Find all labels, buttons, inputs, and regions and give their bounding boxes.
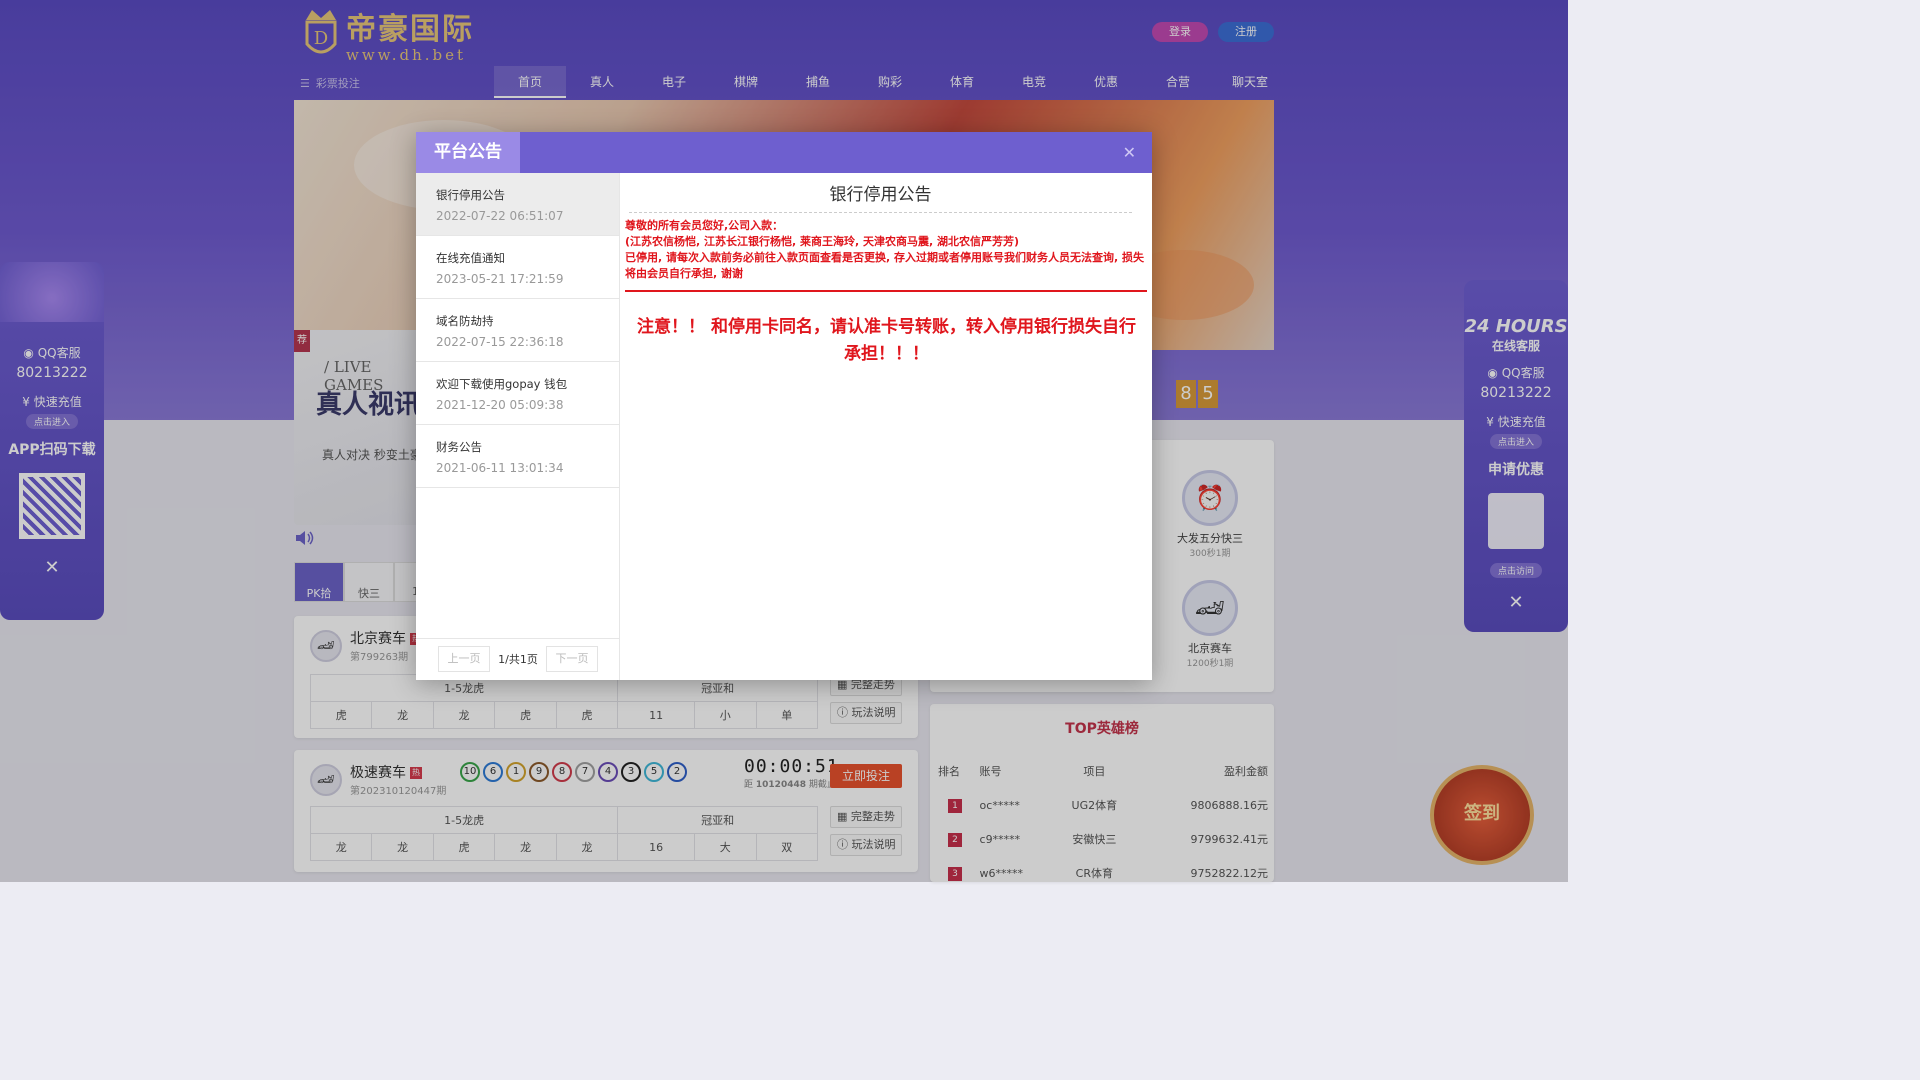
- announcement-text: 尊敬的所有会员您好,公司入款： (江苏农信杨恺, 江苏长江银行杨恺, 莱商王海玲…: [625, 219, 1145, 280]
- page-indicator: 1/共1页: [498, 653, 538, 666]
- close-icon[interactable]: ✕: [1123, 143, 1136, 162]
- prev-page-button[interactable]: 上一页: [438, 646, 490, 672]
- announcement-list: 银行停用公告 2022-07-22 06:51:07 在线充值通知 2023-0…: [416, 173, 620, 680]
- list-item[interactable]: 欢迎下载使用gopay 钱包 2021-12-20 05:09:38: [416, 362, 619, 425]
- announcement-content: 银行停用公告 尊敬的所有会员您好,公司入款： (江苏农信杨恺, 江苏长江银行杨恺…: [621, 173, 1152, 680]
- pagination: 上一页 1/共1页 下一页: [438, 646, 598, 672]
- modal-title: 平台公告: [416, 132, 520, 173]
- announcement-modal: 平台公告 ✕ 银行停用公告 2022-07-22 06:51:07 在线充值通知…: [416, 132, 1152, 680]
- list-item[interactable]: 银行停用公告 2022-07-22 06:51:07: [416, 173, 619, 236]
- modal-header: 平台公告 ✕: [416, 132, 1152, 173]
- list-item[interactable]: 财务公告 2021-06-11 13:01:34: [416, 425, 619, 488]
- announcement-warning: 注意！！ 和停用卡同名，请认准卡号转账，转入停用银行损失自行承担！！！: [637, 317, 1136, 364]
- divider: [625, 290, 1147, 292]
- announcement-title: 银行停用公告: [629, 180, 1132, 213]
- next-page-button[interactable]: 下一页: [546, 646, 598, 672]
- list-item[interactable]: 域名防劫持 2022-07-15 22:36:18: [416, 299, 619, 362]
- list-item[interactable]: 在线充值通知 2023-05-21 17:21:59: [416, 236, 619, 299]
